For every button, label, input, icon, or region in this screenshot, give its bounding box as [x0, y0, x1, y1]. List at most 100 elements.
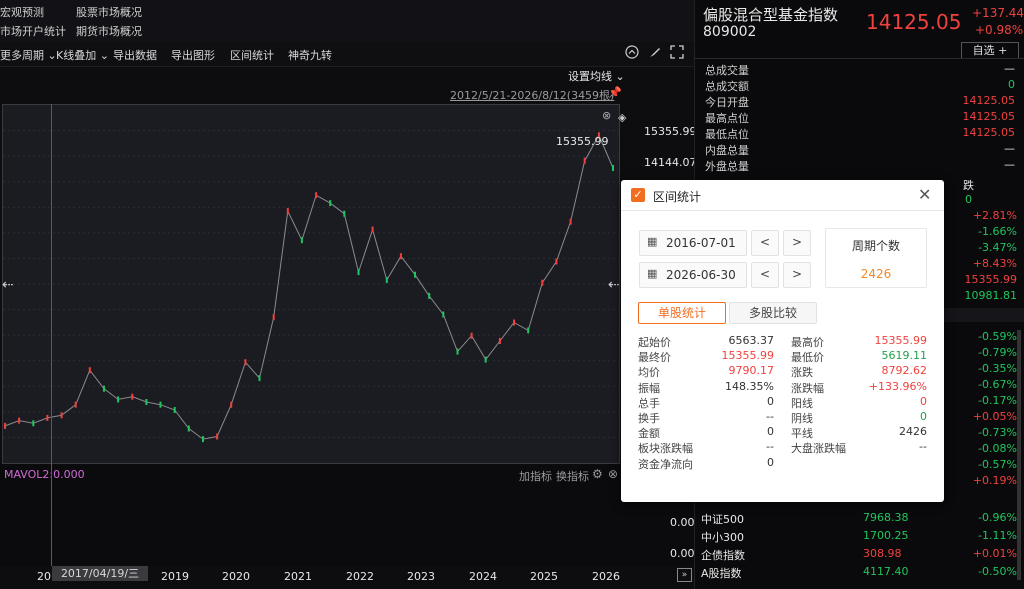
- scroll-left-icon[interactable]: ⇠: [2, 277, 14, 293]
- add-indicator-button[interactable]: 加指标: [519, 468, 552, 484]
- stat-row: 最高价 15355.99: [791, 334, 927, 349]
- price-point: [583, 157, 586, 164]
- ma-settings-label: 设置均线: [568, 70, 612, 83]
- close-icon[interactable]: ⊗: [608, 467, 618, 481]
- switch-indicator-button[interactable]: 换指标: [556, 468, 589, 484]
- chart-header: 设置均线 ⌄ 2012/5/21-2026/8/12(3459根) 📌: [0, 66, 694, 104]
- close-chart-icon[interactable]: ⊗: [602, 109, 611, 122]
- quote-row: 最低点位 14125.05: [705, 126, 1015, 142]
- kline-overlay-button[interactable]: K线叠加 ⌄: [56, 47, 109, 63]
- export-chart-button[interactable]: 导出图形: [171, 47, 215, 63]
- time-axis: 20 2017/04/19/三 2019 2020 2021 2022 2023…: [0, 566, 694, 589]
- price-point: [216, 433, 219, 440]
- x-tick: 2019: [161, 570, 189, 583]
- end-date-next-button[interactable]: >: [783, 262, 811, 288]
- range-stats-button[interactable]: 区间统计: [230, 47, 274, 63]
- price-point: [300, 237, 303, 244]
- quote-label: 总成交额: [705, 80, 749, 93]
- price-point: [329, 200, 332, 207]
- scroll-right-icon[interactable]: ⇠: [608, 277, 620, 293]
- fund-code: 809002: [703, 24, 757, 40]
- price-point: [612, 165, 614, 171]
- gear-icon[interactable]: ⚙: [592, 467, 603, 481]
- price-point: [399, 253, 402, 260]
- stat-row: 换手 --: [638, 410, 774, 425]
- dialog-title: 区间统计: [653, 190, 702, 204]
- x-tick: 2022: [346, 570, 374, 583]
- stat-value: 9790.17: [728, 364, 775, 378]
- start-date-value: 2016-07-01: [666, 236, 736, 250]
- brush-icon[interactable]: [647, 45, 663, 61]
- price-point: [371, 226, 374, 233]
- add-watchlist-button[interactable]: 自选 +: [961, 42, 1019, 59]
- chart-toolbar: 更多周期 ⌄ K线叠加 ⌄ 导出数据 导出图形 区间统计 神奇九转: [0, 42, 694, 67]
- price-chart[interactable]: ⊗ 15355.99: [2, 104, 620, 464]
- ma-settings-button[interactable]: 设置均线 ⌄: [568, 68, 625, 84]
- scroll-end-icon[interactable]: »: [677, 568, 692, 582]
- crosshair-date-tag: 2017/04/19/三: [52, 566, 148, 581]
- stat-label: 涨跌幅: [791, 381, 824, 395]
- start-date-next-button[interactable]: >: [783, 230, 811, 256]
- price-point: [456, 348, 459, 355]
- stat-value: 0: [767, 455, 774, 469]
- stat-row: 金额 0: [638, 425, 774, 440]
- close-icon[interactable]: ✕: [918, 185, 931, 204]
- price-change-pct: +0.98%: [975, 23, 1024, 37]
- scrollbar[interactable]: [1017, 330, 1021, 580]
- high-marker-label: 15355.99: [556, 135, 609, 148]
- index-pct: -0.57%: [978, 458, 1017, 471]
- price-point: [428, 292, 431, 299]
- calendar-icon: ▦: [647, 235, 658, 248]
- price-point: [4, 422, 6, 429]
- price-change: +137.44: [972, 6, 1024, 20]
- link-account-opening-stats[interactable]: 市场开户统计: [0, 23, 66, 39]
- x-tick: 2024: [469, 570, 497, 583]
- partial-value: 15355.99: [964, 273, 1018, 286]
- quote-value: —: [1004, 62, 1015, 75]
- stat-label: 平线: [791, 427, 813, 441]
- magic-nine-button[interactable]: 神奇九转: [288, 47, 332, 63]
- chevron-down-icon: ⌄: [44, 49, 57, 62]
- quote-row: 今日开盘 14125.05: [705, 94, 1015, 110]
- circle-up-icon[interactable]: [624, 45, 640, 61]
- index-name[interactable]: 中小300: [701, 529, 744, 545]
- pin-icon[interactable]: 📌: [608, 86, 622, 99]
- quote-label: 外盘总量: [705, 160, 749, 173]
- quote-value: 14125.05: [962, 126, 1016, 139]
- stat-label: 最低价: [791, 351, 824, 365]
- partial-value: 0: [965, 193, 972, 206]
- quote-value: 14125.05: [962, 110, 1016, 123]
- stat-value: 2426: [899, 425, 927, 439]
- stat-label: 资金净流向: [638, 457, 693, 471]
- x-tick: 2025: [530, 570, 558, 583]
- layers-icon[interactable]: ◈: [618, 111, 626, 124]
- price-point: [315, 192, 318, 199]
- more-periods-button[interactable]: 更多周期 ⌄: [0, 47, 57, 63]
- stat-row: 均价 9790.17: [638, 364, 774, 379]
- price-point: [555, 258, 558, 265]
- link-macro-forecast[interactable]: 宏观预测: [0, 4, 44, 20]
- index-name[interactable]: A股指数: [701, 565, 742, 581]
- stat-row: 最低价 5619.11: [791, 349, 927, 364]
- link-stock-market-overview[interactable]: 股票市场概况: [76, 4, 142, 20]
- tab-single-stock[interactable]: 单股统计: [638, 302, 726, 324]
- price-point: [484, 356, 487, 363]
- price-point: [541, 279, 544, 286]
- index-name[interactable]: 中证500: [701, 511, 744, 527]
- stat-row: 阳线 0: [791, 395, 927, 410]
- index-value: 1700.25: [863, 529, 909, 542]
- link-futures-market-overview[interactable]: 期货市场概况: [76, 23, 142, 39]
- end-date-input[interactable]: ▦ 2026-06-30: [639, 262, 747, 288]
- start-date-input[interactable]: ▦ 2016-07-01: [639, 230, 747, 256]
- price-point: [145, 399, 148, 405]
- tab-multi-stock[interactable]: 多股比较: [729, 302, 817, 324]
- stat-value: 148.35%: [725, 379, 774, 393]
- index-name[interactable]: 企债指数: [701, 547, 745, 563]
- export-data-button[interactable]: 导出数据: [113, 47, 157, 63]
- divider: [695, 58, 1024, 59]
- start-date-prev-button[interactable]: <: [751, 230, 779, 256]
- checkbox-icon[interactable]: ✓: [631, 188, 645, 202]
- end-date-prev-button[interactable]: <: [751, 262, 779, 288]
- stat-row: 板块涨跌幅 --: [638, 440, 774, 455]
- expand-icon[interactable]: [669, 45, 685, 61]
